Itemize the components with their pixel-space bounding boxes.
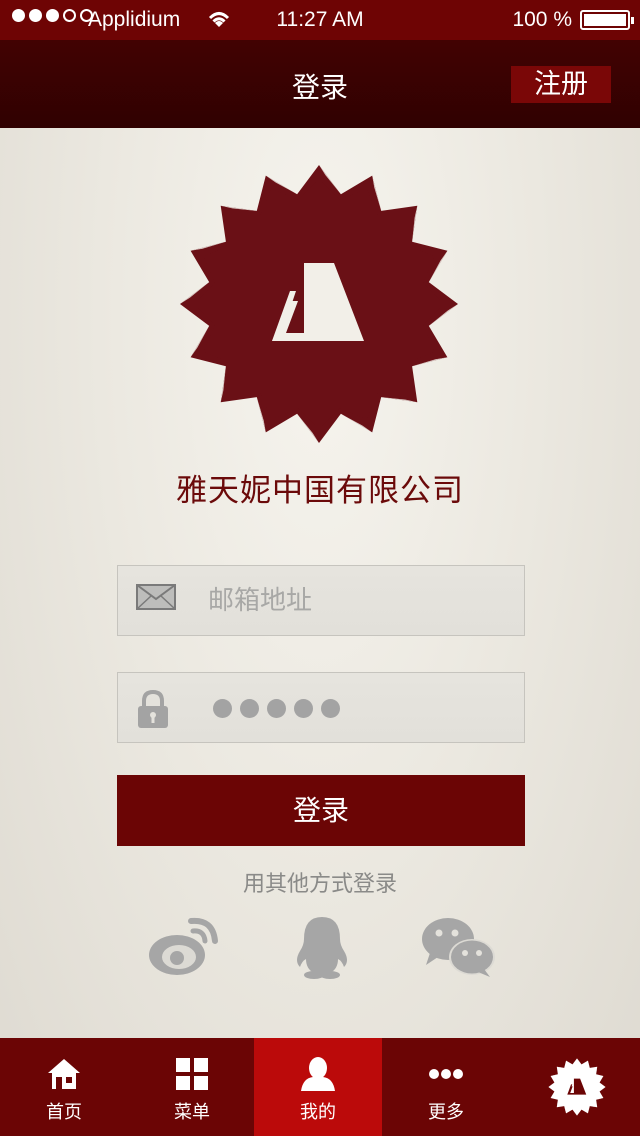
company-name: 雅天妮中国有限公司	[176, 473, 464, 509]
lock-icon	[136, 689, 170, 733]
password-mask-dot	[267, 699, 286, 718]
password-input[interactable]	[213, 699, 340, 718]
tab-label: 我的	[300, 1102, 336, 1123]
email-input[interactable]	[208, 574, 508, 628]
qq-icon[interactable]	[284, 915, 360, 979]
nav-bar: 登录 注册	[0, 40, 640, 128]
password-field[interactable]	[117, 672, 525, 743]
battery-percent: 100 %	[512, 8, 572, 31]
brand-badge-icon	[178, 163, 460, 445]
password-mask-dot	[294, 699, 313, 718]
password-mask-dot	[240, 699, 259, 718]
tab-bar: 首页 菜单 我的 更多	[0, 1038, 640, 1136]
weibo-icon[interactable]	[147, 915, 223, 979]
user-icon	[300, 1056, 336, 1092]
tab-mine[interactable]: 我的	[254, 1038, 382, 1136]
tab-menu[interactable]: 菜单	[128, 1038, 256, 1136]
grid-icon	[174, 1056, 210, 1092]
other-login-label: 用其他方式登录	[242, 872, 397, 897]
tab-label: 首页	[46, 1102, 82, 1123]
tab-home[interactable]: 首页	[0, 1038, 128, 1136]
wechat-icon[interactable]	[420, 915, 496, 979]
register-button[interactable]: 注册	[511, 66, 611, 103]
tab-label: 更多	[428, 1102, 464, 1123]
tab-brand[interactable]	[512, 1038, 640, 1136]
tab-more[interactable]: 更多	[382, 1038, 510, 1136]
tab-label: 菜单	[174, 1102, 210, 1123]
home-icon	[46, 1056, 82, 1092]
more-dots-icon	[428, 1056, 464, 1092]
password-mask-dot	[213, 699, 232, 718]
password-mask-dot	[321, 699, 340, 718]
envelope-icon	[136, 582, 176, 616]
email-field[interactable]	[117, 565, 525, 636]
login-button[interactable]: 登录	[117, 775, 525, 846]
status-bar: Applidium 11:27 AM 100 %	[0, 0, 640, 40]
battery-icon	[580, 10, 634, 30]
brand-badge-icon	[548, 1058, 606, 1116]
